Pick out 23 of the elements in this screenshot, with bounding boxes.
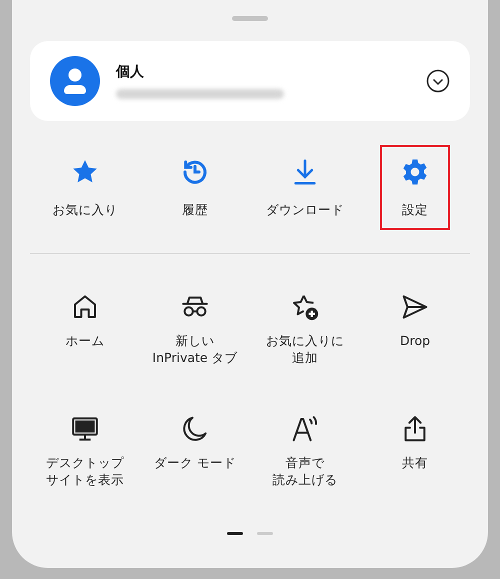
- action-label: 設定: [402, 200, 428, 218]
- quick-action[interactable]: 履歴: [160, 144, 230, 230]
- quick-action[interactable]: お気に入り: [44, 144, 126, 230]
- menu-item-label[interactable]: 共有: [402, 454, 428, 471]
- menu-item-label[interactable]: 新しい InPrivate タブ: [152, 332, 238, 366]
- drag-handle[interactable]: [232, 16, 268, 21]
- action-label: 履歴: [182, 200, 208, 218]
- quick-action[interactable]: ダウンロード: [258, 144, 352, 230]
- menu-item-label[interactable]: Drop: [400, 332, 430, 349]
- read-aloud-icon: [290, 414, 320, 444]
- quick-action[interactable]: 設定: [380, 144, 450, 230]
- page-indicator[interactable]: [227, 532, 243, 535]
- action-label: ダウンロード: [266, 200, 344, 218]
- menu-item-label[interactable]: ホーム: [66, 332, 104, 349]
- menu-item-label[interactable]: ダーク モード: [154, 454, 236, 471]
- chevron-down-icon[interactable]: [426, 69, 450, 93]
- menu-item-label[interactable]: お気に入りに 追加: [266, 332, 344, 366]
- action-label: お気に入り: [52, 200, 118, 218]
- account-card[interactable]: 個人: [30, 41, 470, 121]
- avatar-icon: [50, 56, 100, 106]
- menu-item-label[interactable]: 音声で 読み上げる: [272, 454, 338, 488]
- menu-item-label[interactable]: デスクトップ サイトを表示: [46, 454, 124, 488]
- account-name: 個人: [116, 63, 145, 81]
